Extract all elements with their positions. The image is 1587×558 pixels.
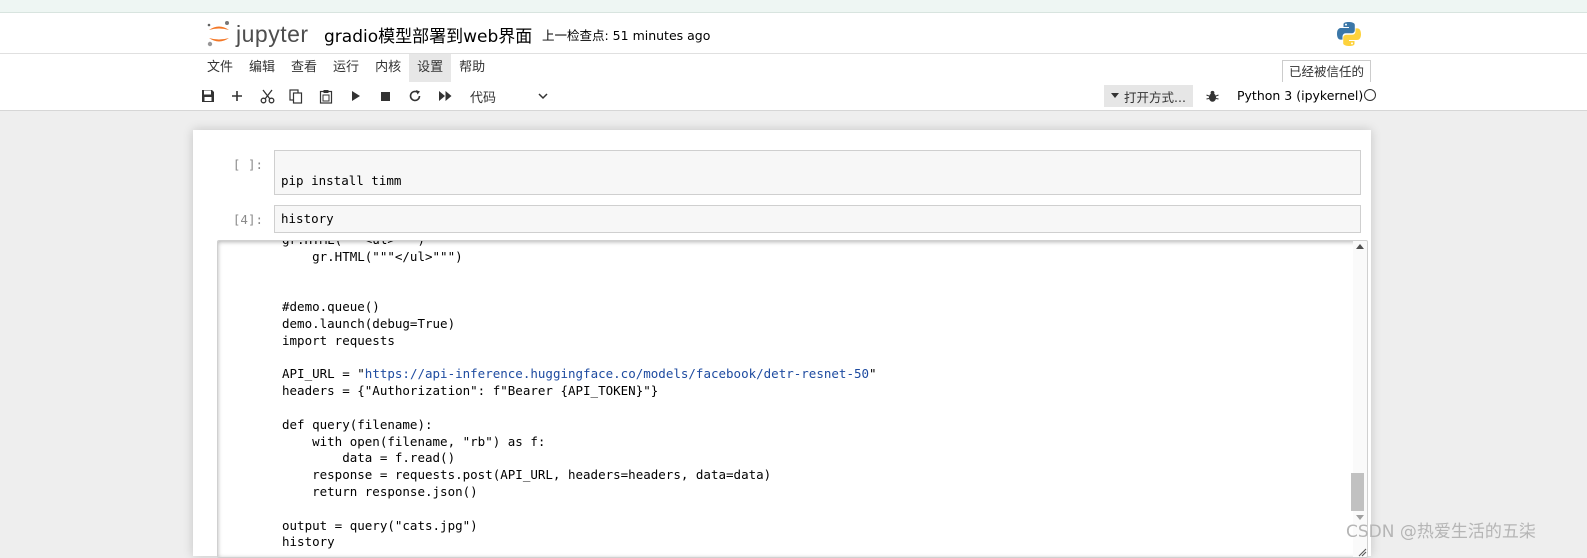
menubar: 文件 编辑 查看 运行 内核 设置 帮助 已经被信任的 (0, 53, 1587, 84)
plus-icon (232, 91, 242, 101)
cell-1-prompt: [ ]: (232, 157, 263, 172)
menu-kernel[interactable]: 内核 (367, 54, 409, 82)
cell-1-source: pip install timm (281, 173, 402, 188)
notebook-header: jupyter gradio模型部署到web界面 上一检查点: 51 minut… (0, 13, 1587, 53)
open-with-button[interactable]: 打开方式... (1104, 85, 1193, 107)
copy-button[interactable] (285, 85, 307, 107)
output-scrollbar[interactable] (1351, 241, 1367, 557)
cell-2-output[interactable]: gr.HTML("""<ul>""") gr.HTML("""</ul>""")… (217, 240, 1368, 558)
insert-cell-button[interactable] (226, 85, 248, 107)
output-code-before-url: gr.HTML("""<ul>""") gr.HTML("""</ul>""")… (282, 241, 463, 382)
trusted-indicator[interactable]: 已经被信任的 (1282, 60, 1372, 84)
cut-icon (260, 89, 274, 103)
cell-2-prompt: [4]: (232, 212, 263, 227)
cell-type-value: 代码 (470, 90, 497, 106)
stop-icon (380, 91, 390, 101)
caret-down-icon (1111, 93, 1119, 98)
jupyter-logo-icon (207, 21, 229, 47)
toolbar: 代码 打开方式... Python 3 (ipykernel) (0, 82, 1587, 111)
restart-icon (409, 90, 421, 102)
save-icon (202, 90, 214, 102)
menu-view[interactable]: 查看 (283, 54, 325, 82)
menu-run[interactable]: 运行 (325, 54, 367, 82)
scrollbar-thumb[interactable] (1351, 473, 1364, 511)
output-text: gr.HTML("""<ul>""") gr.HTML("""</ul>""")… (282, 241, 877, 551)
notebook-title[interactable]: gradio模型部署到web界面 (324, 22, 532, 47)
cell-1-input[interactable]: pip install timm (274, 150, 1361, 195)
kernel-name[interactable]: Python 3 (ipykernel) (1237, 88, 1363, 103)
interrupt-button[interactable] (374, 85, 396, 107)
restart-run-all-button[interactable] (434, 85, 456, 107)
bug-icon[interactable] (1206, 90, 1219, 103)
output-code-after-url: " headers = {"Authorization": f"Bearer {… (282, 366, 877, 550)
paste-icon (319, 89, 333, 104)
fast-forward-icon (438, 91, 451, 101)
jupyter-wordmark: jupyter (236, 20, 309, 47)
cell-2-source: history (281, 211, 334, 226)
menu-file[interactable]: 文件 (199, 54, 241, 82)
chevron-down-icon (538, 92, 548, 99)
cell-type-select[interactable]: 代码 (466, 86, 552, 106)
python-logo-icon (1337, 22, 1361, 46)
cell-2-input[interactable]: history (274, 205, 1361, 233)
checkpoint-status: 上一检查点: 51 minutes ago (542, 28, 711, 43)
browser-top-strip (0, 0, 1587, 13)
menu-help[interactable]: 帮助 (451, 54, 493, 82)
menu-settings[interactable]: 设置 (409, 54, 452, 82)
watermark: CSDN @热爱生活的五柒 (1346, 522, 1536, 542)
menu-list: 文件 编辑 查看 运行 内核 设置 帮助 (199, 54, 493, 82)
output-url: https://api-inference.huggingface.co/mod… (364, 366, 870, 382)
save-button[interactable] (197, 85, 219, 107)
paste-button[interactable] (315, 85, 337, 107)
run-icon (352, 91, 360, 101)
restart-button[interactable] (404, 85, 426, 107)
scroll-up-arrow-icon[interactable] (1356, 244, 1364, 249)
run-button[interactable] (345, 85, 367, 107)
copy-icon (289, 88, 303, 104)
notebook-container: [ ]: pip install timm [4]: history gr.HT… (193, 130, 1371, 558)
jupyter-logo[interactable]: jupyter (206, 19, 309, 49)
cut-button[interactable] (256, 85, 278, 107)
kernel-status-circle-icon (1364, 89, 1376, 101)
open-with-label: 打开方式... (1124, 89, 1186, 105)
menu-edit[interactable]: 编辑 (241, 54, 283, 82)
